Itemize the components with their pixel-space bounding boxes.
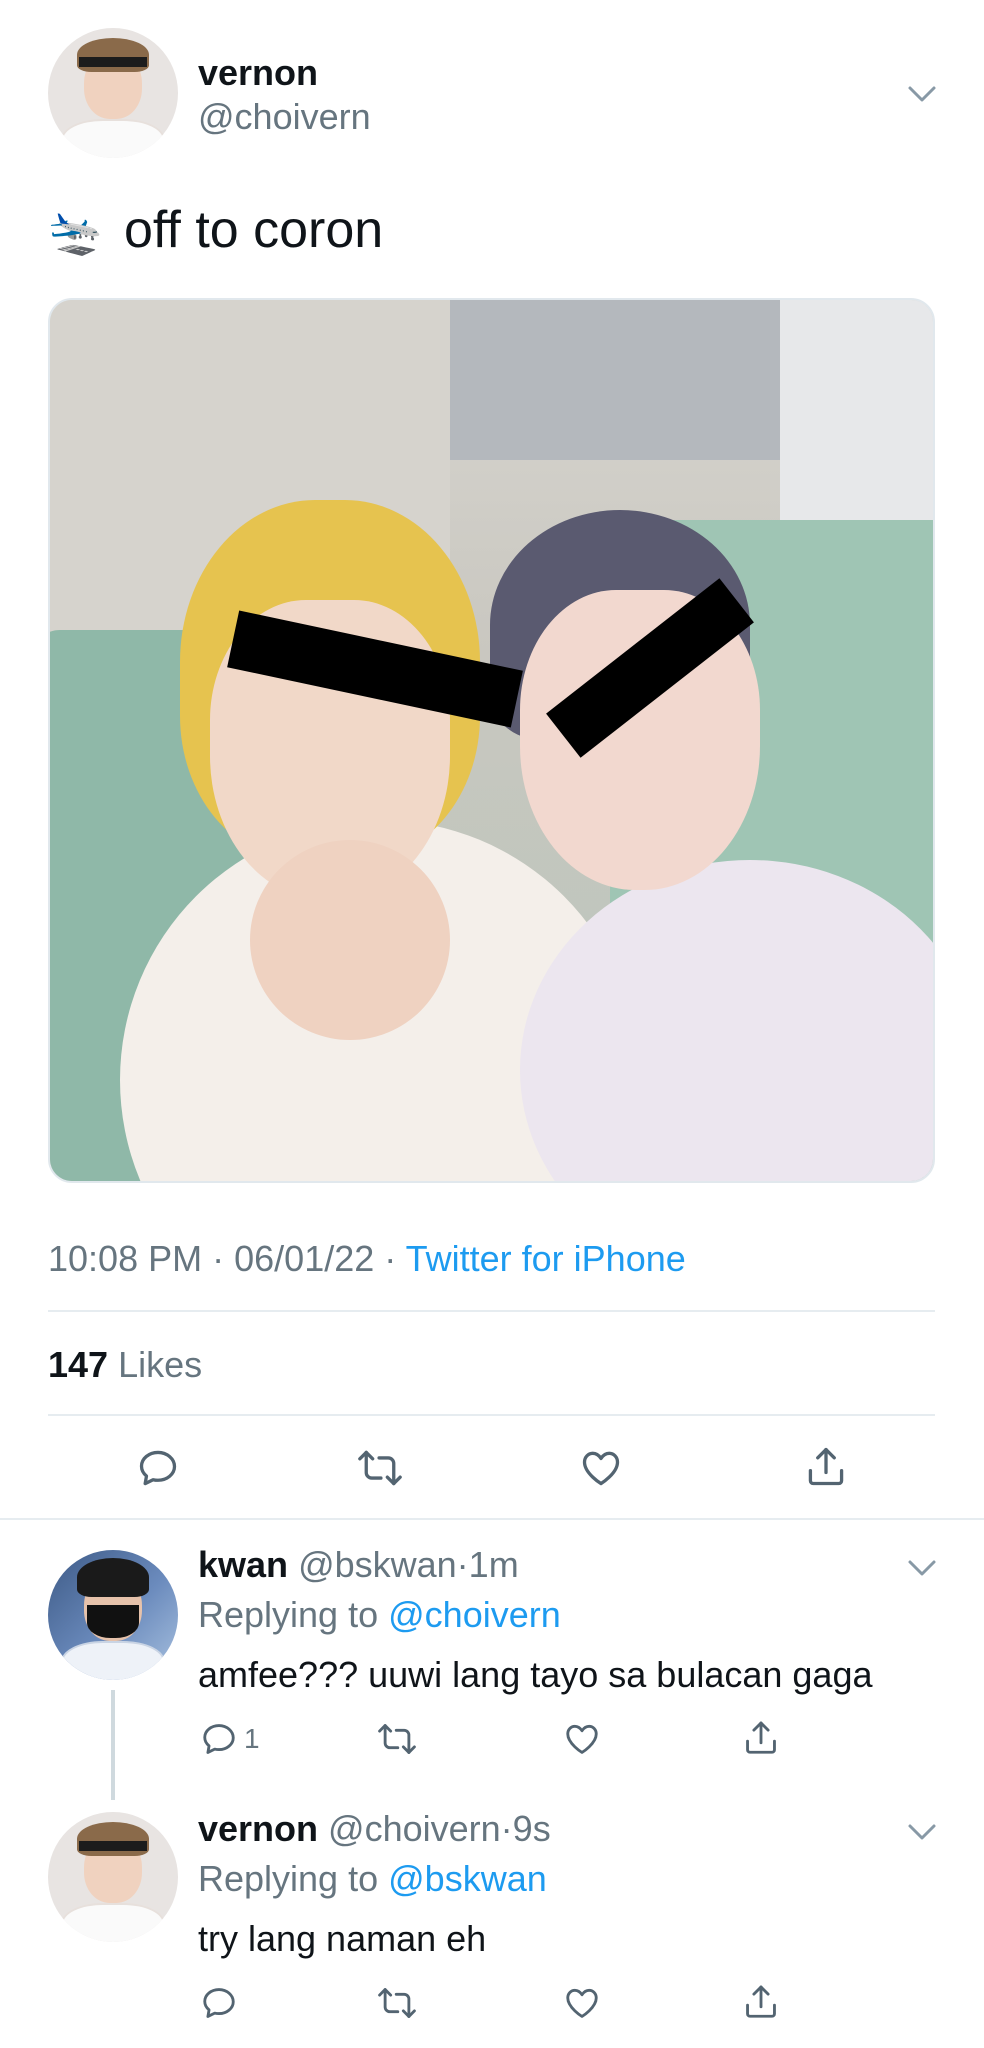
retweet-icon — [378, 1988, 416, 2018]
reply-icon — [203, 1724, 235, 1754]
reply-author-handle[interactable]: @choivern — [328, 1808, 501, 1849]
retweet-icon — [378, 1724, 416, 1754]
tweet-photo[interactable] — [48, 298, 935, 1183]
retweet-icon — [358, 1450, 402, 1486]
retweet-button[interactable] — [376, 1984, 418, 2022]
tweet-text: off to coron — [124, 201, 384, 259]
replying-to-prefix: Replying to — [198, 1858, 379, 1899]
tweet-time: 10:08 PM — [48, 1238, 203, 1279]
share-icon — [746, 1985, 776, 2018]
reply-text: try lang naman eh — [198, 1918, 487, 1959]
share-button[interactable] — [742, 1718, 780, 1758]
reply-time: 1m — [468, 1544, 519, 1585]
reply-author-handle[interactable]: @bskwan — [298, 1544, 457, 1585]
meta-separator: · — [384, 1238, 397, 1279]
author-handle[interactable]: @choivern — [198, 96, 371, 138]
heart-icon — [582, 1451, 620, 1486]
like-button[interactable] — [578, 1446, 624, 1490]
tweet-source-link[interactable]: Twitter for iPhone — [406, 1238, 686, 1279]
chevron-down-icon[interactable] — [906, 1816, 938, 1848]
tweet-meta: 10:08 PM · 06/01/22 · Twitter for iPhone — [48, 1238, 686, 1280]
thread-connector — [111, 1690, 115, 1800]
retweet-button[interactable] — [356, 1446, 404, 1490]
reply-time: 9s — [512, 1808, 551, 1849]
share-button[interactable] — [804, 1444, 848, 1490]
reply-text: amfee??? uuwi lang tayo sa bulacan gaga — [198, 1654, 873, 1695]
reply-button[interactable]: 1 — [200, 1720, 260, 1758]
likes-label: Likes — [118, 1344, 203, 1385]
reply-header: vernon @choivern·9s — [198, 1808, 551, 1850]
reply-button[interactable] — [200, 1984, 238, 2022]
reply-author-name[interactable]: kwan — [198, 1544, 288, 1585]
heart-icon — [566, 1724, 598, 1754]
share-button[interactable] — [742, 1982, 780, 2022]
reply-button[interactable] — [136, 1446, 180, 1490]
reply-author-name[interactable]: vernon — [198, 1808, 318, 1849]
likes-stat[interactable]: 147 Likes — [48, 1344, 202, 1386]
divider — [48, 1310, 935, 1312]
likes-count: 147 — [48, 1344, 109, 1385]
tweet-emoji: 🛬 — [48, 208, 103, 257]
reply-count: 1 — [244, 1723, 260, 1754]
reply-icon — [139, 1450, 177, 1486]
chevron-down-icon[interactable] — [906, 1552, 938, 1584]
replying-to-prefix: Replying to — [198, 1594, 379, 1635]
meta-separator: · — [500, 1808, 513, 1849]
like-button[interactable] — [562, 1720, 602, 1758]
replying-to-link[interactable]: @choivern — [388, 1594, 561, 1635]
like-button[interactable] — [562, 1984, 602, 2022]
replying-to: Replying to @choivern — [198, 1594, 561, 1636]
author-name[interactable]: vernon — [198, 52, 318, 94]
reply-header: kwan @bskwan·1m — [198, 1544, 519, 1586]
divider — [48, 1414, 935, 1416]
reply-icon — [203, 1988, 235, 2018]
heart-icon — [566, 1988, 598, 2018]
author-avatar[interactable] — [48, 28, 178, 158]
divider — [0, 1518, 984, 1520]
replying-to: Replying to @bskwan — [198, 1858, 547, 1900]
meta-separator: · — [212, 1238, 225, 1279]
retweet-button[interactable] — [376, 1720, 418, 1758]
reply-avatar[interactable] — [48, 1812, 178, 1942]
share-icon — [808, 1447, 844, 1486]
share-icon — [746, 1721, 776, 1754]
chevron-down-icon[interactable] — [906, 78, 938, 110]
meta-separator: · — [456, 1544, 469, 1585]
reply-avatar[interactable] — [48, 1550, 178, 1680]
tweet-date: 06/01/22 — [234, 1238, 375, 1279]
replying-to-link[interactable]: @bskwan — [388, 1858, 547, 1899]
